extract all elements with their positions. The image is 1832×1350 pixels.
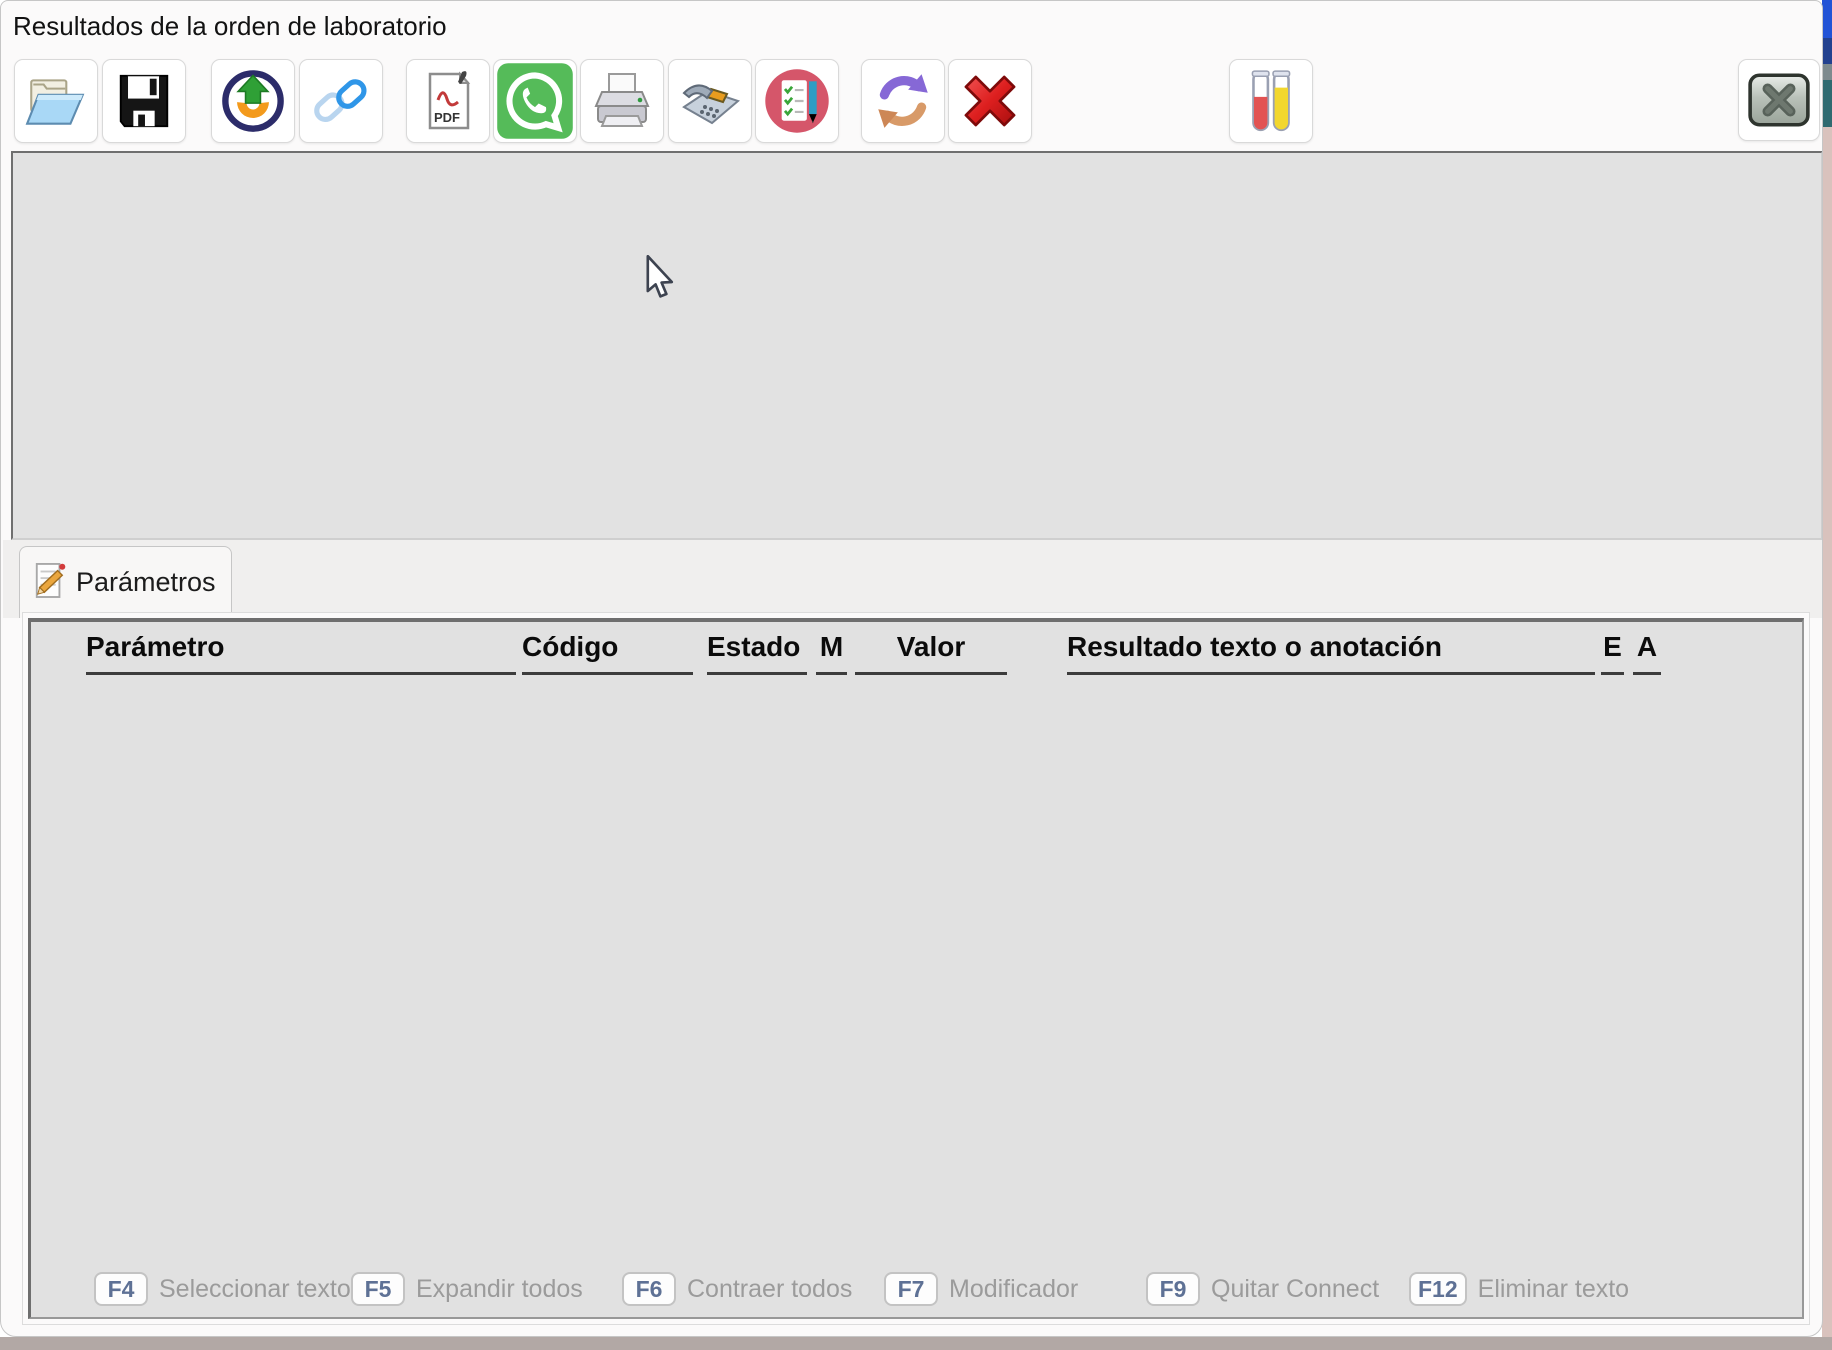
printer-icon (590, 69, 654, 133)
fax-button[interactable] (668, 59, 752, 143)
export-pdf-button[interactable]: PDF (406, 59, 490, 143)
parameters-grid[interactable]: Parámetro Código Estado M Valor Resultad… (28, 618, 1804, 1319)
notepad-pencil-icon (33, 559, 67, 606)
refresh-arrows-icon (870, 68, 936, 134)
link-chain-icon (308, 68, 374, 134)
upload-button[interactable] (211, 59, 295, 143)
tab-parametros-label: Parámetros (76, 567, 216, 598)
delete-button[interactable] (948, 59, 1032, 143)
f7-label: Modificador (949, 1275, 1078, 1304)
column-header-valor: Valor (855, 631, 1007, 675)
f5-label: Expandir todos (416, 1275, 583, 1304)
column-header-parametro: Parámetro (86, 631, 516, 675)
refresh-button[interactable] (861, 59, 945, 143)
f7-keycap: F7 (884, 1272, 938, 1306)
background-bottom-band (0, 1337, 1832, 1350)
grid-body[interactable] (31, 678, 1802, 1257)
window-title: Resultados de la orden de laboratorio (13, 11, 447, 42)
column-header-resultado: Resultado texto o anotación (1067, 631, 1595, 675)
fax-phone-icon (677, 69, 743, 133)
tasks-button[interactable] (755, 59, 839, 143)
hint-f5: F5 Expandir todos (351, 1272, 583, 1306)
red-x-icon (955, 66, 1025, 136)
hint-f12: F12 Eliminar texto (1409, 1272, 1629, 1306)
mouse-cursor (644, 255, 678, 308)
tab-parametros[interactable]: Parámetros (19, 546, 232, 618)
close-window-icon (1746, 69, 1812, 131)
pdf-file-icon: PDF (419, 70, 477, 132)
svg-text:PDF: PDF (434, 110, 460, 125)
column-header-e: E (1601, 631, 1624, 675)
link-button[interactable] (299, 59, 383, 143)
close-button[interactable] (1738, 59, 1820, 141)
column-header-estado: Estado (707, 631, 807, 675)
folder-open-icon (23, 70, 89, 132)
hint-f9: F9 Quitar Connect (1146, 1272, 1379, 1306)
upload-circle-icon (219, 67, 287, 135)
background-sliver-navy (1822, 38, 1832, 64)
lab-results-window: Resultados de la orden de laboratorio (0, 0, 1823, 1337)
f12-keycap: F12 (1409, 1272, 1467, 1306)
background-sliver-blue (1822, 0, 1832, 38)
checklist-circle-icon (762, 66, 832, 136)
f5-keycap: F5 (351, 1272, 405, 1306)
column-header-a: A (1633, 631, 1661, 675)
hint-f7: F7 Modificador (884, 1272, 1078, 1306)
whatsapp-button[interactable] (493, 59, 577, 143)
f9-label: Quitar Connect (1211, 1275, 1379, 1304)
order-info-panel (11, 151, 1823, 540)
background-sliver-teal (1822, 80, 1832, 127)
save-floppy-icon (113, 70, 175, 132)
tab-strip: Parámetros (3, 540, 1823, 618)
background-sliver-slate (1822, 64, 1832, 80)
f4-label: Seleccionar texto (159, 1275, 351, 1304)
save-button[interactable] (102, 59, 186, 143)
f4-keycap: F4 (94, 1272, 148, 1306)
open-button[interactable] (14, 59, 98, 143)
f9-keycap: F9 (1146, 1272, 1200, 1306)
column-header-m: M (816, 631, 847, 675)
print-button[interactable] (580, 59, 664, 143)
column-header-codigo: Código (522, 631, 693, 675)
whatsapp-icon (496, 62, 574, 140)
hint-f4: F4 Seleccionar texto (94, 1272, 351, 1306)
f6-keycap: F6 (622, 1272, 676, 1306)
background-sliver-rose (1822, 127, 1832, 1350)
hint-f6: F6 Contraer todos (622, 1272, 852, 1306)
f12-label: Eliminar texto (1478, 1275, 1629, 1304)
f6-label: Contraer todos (687, 1275, 852, 1304)
test-tubes-icon (1240, 68, 1302, 134)
test-tubes-button[interactable] (1229, 59, 1313, 143)
